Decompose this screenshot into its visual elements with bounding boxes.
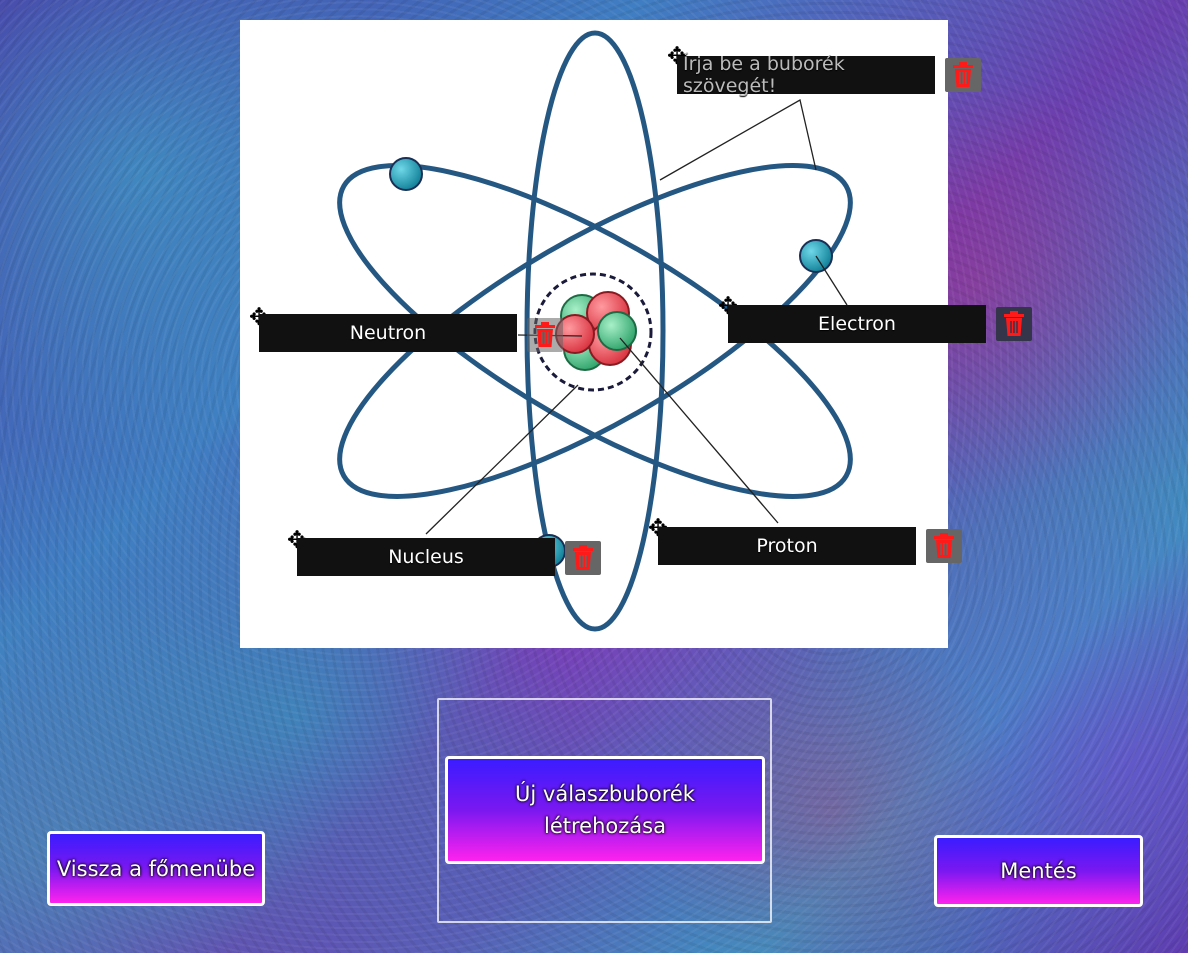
delete-bubble-button[interactable]	[527, 318, 563, 352]
back-to-main-menu-button[interactable]: Vissza a főmenübe	[47, 831, 265, 906]
new-answer-bubble-button[interactable]: Új válaszbuborék létrehozása	[445, 756, 765, 864]
answer-bubble-nucleus[interactable]: Nucleus	[297, 538, 555, 576]
delete-bubble-button[interactable]	[926, 529, 962, 563]
atom-image-canvas: ✥ Írja be a buborék szövegét! ✥ Neutron …	[240, 20, 1032, 648]
neutron-particle	[597, 311, 637, 351]
bubble-label: Proton	[756, 535, 818, 557]
answer-bubble-proton[interactable]: Proton	[658, 527, 916, 565]
trash-icon	[953, 62, 973, 87]
delete-bubble-button[interactable]	[996, 307, 1032, 341]
new-answer-bubble-label: Új válaszbuborék létrehozása	[515, 782, 695, 838]
nucleus-particles	[555, 291, 637, 371]
trash-icon	[1004, 311, 1024, 336]
bubble-label: Nucleus	[388, 546, 464, 568]
bubble-placeholder-text: Írja be a buborék szövegét!	[683, 53, 845, 97]
bubble-label: Electron	[818, 313, 896, 335]
proton-pointer	[619, 337, 779, 524]
trash-icon	[535, 322, 555, 347]
save-button[interactable]: Mentés	[934, 835, 1143, 907]
back-to-main-menu-label: Vissza a főmenübe	[56, 856, 256, 881]
save-label: Mentés	[1000, 859, 1077, 883]
answer-bubble-electron[interactable]: Electron	[728, 305, 986, 343]
bubble-label: Neutron	[349, 322, 427, 344]
electron-particle	[389, 157, 423, 191]
answer-bubble-empty[interactable]: Írja be a buborék szövegét!	[677, 53, 935, 97]
trash-icon	[934, 533, 954, 558]
electron-pointer	[815, 255, 848, 306]
answer-bubble-neutron[interactable]: Neutron	[259, 314, 517, 352]
delete-bubble-button[interactable]	[945, 58, 981, 92]
delete-bubble-button[interactable]	[565, 541, 601, 575]
trash-icon	[573, 545, 593, 570]
nucleus-pointer	[425, 384, 579, 535]
